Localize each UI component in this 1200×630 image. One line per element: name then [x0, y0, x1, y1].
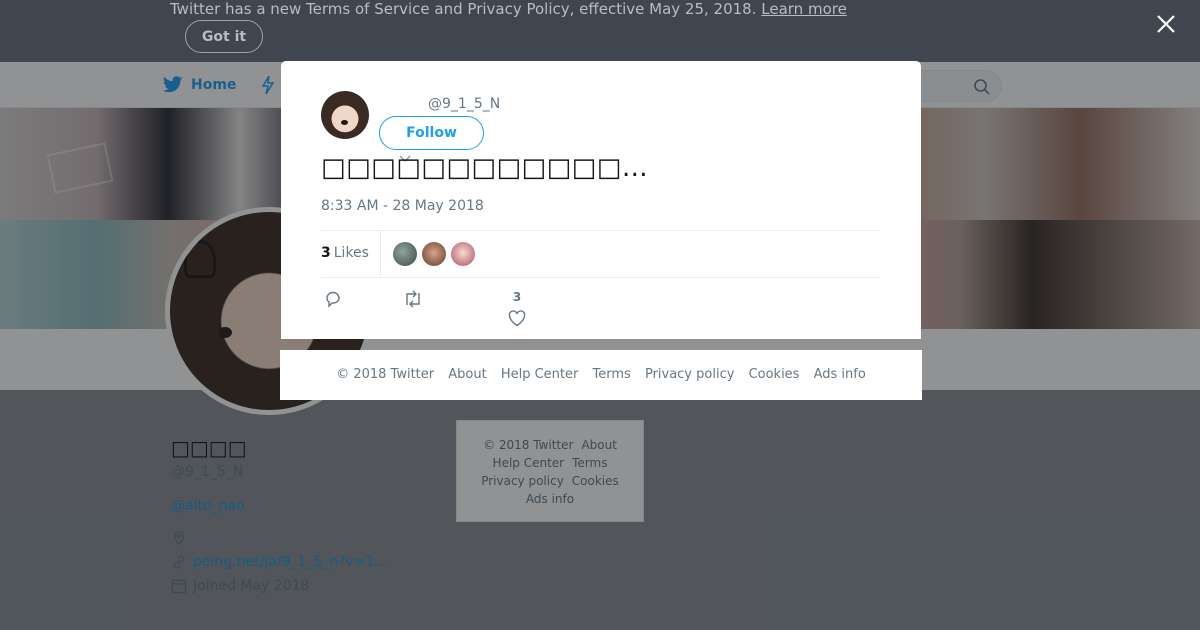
liker-avatar[interactable] — [393, 242, 417, 266]
likes-stat[interactable]: 3 Likes — [321, 231, 381, 277]
footer-cookies[interactable]: Cookies — [749, 367, 800, 382]
learn-more-link[interactable]: Learn more — [761, 0, 847, 18]
modal-footer: © 2018 Twitter About Help Center Terms P… — [280, 350, 922, 400]
like-action[interactable]: 3 — [506, 290, 528, 331]
footer-help-center[interactable]: Help Center — [501, 367, 579, 382]
policy-notice-bar: Twitter has a new Terms of Service and P… — [0, 0, 1200, 62]
retweet-icon[interactable] — [402, 290, 424, 312]
footer-copyright: © 2018 Twitter — [336, 367, 435, 382]
tweet-author-avatar[interactable] — [321, 91, 369, 139]
heart-icon[interactable] — [508, 310, 526, 327]
likes-label: Likes — [333, 245, 369, 261]
tweet-timestamp[interactable]: 8:33 AM - 28 May 2018 — [321, 198, 484, 214]
got-it-button[interactable]: Got it — [185, 20, 263, 53]
policy-notice-text: Twitter has a new Terms of Service and P… — [170, 0, 847, 18]
follow-button[interactable]: Follow — [379, 116, 484, 150]
tweet-actions: 3 — [321, 290, 881, 334]
footer-about[interactable]: About — [448, 367, 486, 382]
tweet-author-handle[interactable]: @9_1_5_N — [428, 96, 500, 112]
liker-avatar[interactable] — [422, 242, 446, 266]
liker-avatar[interactable] — [451, 242, 475, 266]
reply-icon[interactable] — [324, 290, 342, 312]
likes-count: 3 — [321, 245, 331, 261]
footer-ads-info[interactable]: Ads info — [814, 367, 866, 382]
like-action-count: 3 — [512, 290, 522, 304]
footer-privacy-policy[interactable]: Privacy policy — [645, 367, 734, 382]
policy-notice-message: Twitter has a new Terms of Service and P… — [170, 0, 757, 18]
tweet-stats: 3 Likes — [321, 230, 881, 278]
likers-list — [393, 242, 475, 266]
tweet-text: □□□□□□□□□□□□… — [321, 153, 649, 183]
footer-terms[interactable]: Terms — [593, 367, 631, 382]
tweet-modal: @9_1_5_N Follow □□□□□□□□□□□□… 8:33 AM - … — [281, 61, 921, 339]
close-icon[interactable] — [1154, 12, 1178, 36]
